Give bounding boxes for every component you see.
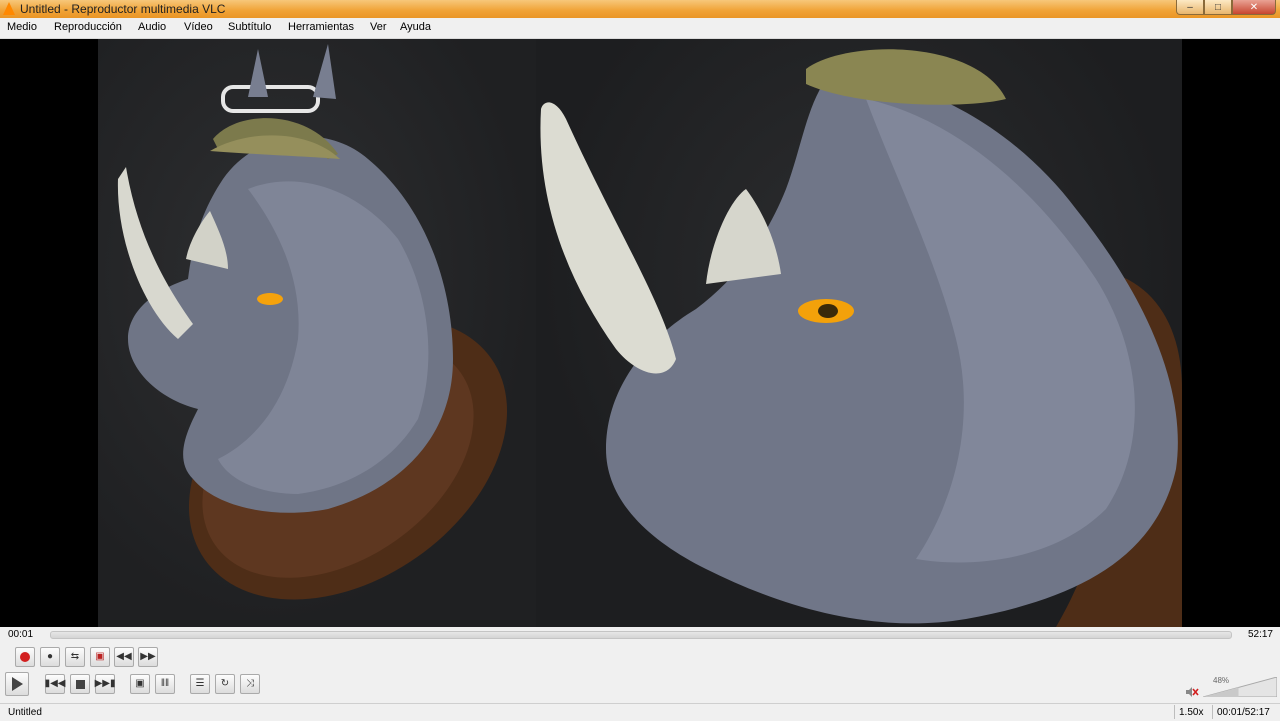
- next-button[interactable]: ▶▶▮: [95, 674, 115, 694]
- fast-forward-icon: ▶▶: [140, 651, 156, 662]
- loop-icon: ↻: [220, 678, 230, 689]
- skip-next-icon: ▶▶▮: [94, 678, 116, 689]
- menu-ver[interactable]: Ver: [370, 21, 387, 33]
- elapsed-time: 00:01: [8, 629, 34, 640]
- window-title: Untitled - Reproductor multimedia VLC: [20, 2, 226, 16]
- shuffle-button[interactable]: ⤨: [240, 674, 260, 694]
- rewind-icon: ◀◀: [116, 651, 132, 662]
- window-controls: – □ ✕: [1176, 0, 1276, 15]
- record-icon: [20, 652, 30, 662]
- slower-button[interactable]: ◀◀: [114, 647, 134, 667]
- faster-button[interactable]: ▶▶: [138, 647, 158, 667]
- playback-speed[interactable]: 1.50x: [1179, 707, 1203, 718]
- play-icon: [11, 677, 23, 691]
- maximize-button[interactable]: □: [1204, 0, 1232, 15]
- menu-video[interactable]: Vídeo: [184, 21, 213, 33]
- menu-reproduccion[interactable]: Reproducción: [54, 21, 122, 33]
- previous-button[interactable]: ▮◀◀: [45, 674, 65, 694]
- rhino-sculpture-right: [540, 49, 1182, 627]
- vlc-cone-icon: [3, 2, 15, 15]
- frame-step-icon: ▣: [95, 651, 105, 662]
- rhino-sculpture-left: [117, 44, 508, 600]
- video-panel-left: [98, 39, 536, 627]
- close-button[interactable]: ✕: [1232, 0, 1276, 15]
- snapshot-button[interactable]: ●: [40, 647, 60, 667]
- loop-ab-icon: ⇆: [70, 651, 80, 662]
- video-panel-right: [536, 39, 1182, 627]
- status-divider: [1174, 705, 1175, 719]
- record-button[interactable]: [15, 647, 35, 667]
- play-button[interactable]: [5, 672, 29, 696]
- menu-subtitulo[interactable]: Subtítulo: [228, 21, 271, 33]
- menu-bar: Medio Reproducción Audio Vídeo Subtítulo…: [0, 18, 1280, 39]
- status-divider: [1212, 705, 1213, 719]
- minimize-button[interactable]: –: [1176, 0, 1204, 15]
- seek-slider[interactable]: [50, 631, 1232, 639]
- volume-slider[interactable]: [1203, 677, 1277, 697]
- menu-audio[interactable]: Audio: [138, 21, 166, 33]
- status-media-title: Untitled: [8, 707, 42, 718]
- video-area[interactable]: [0, 39, 1280, 627]
- stop-button[interactable]: [70, 674, 90, 694]
- title-bar: Untitled - Reproductor multimedia VLC – …: [0, 0, 1280, 18]
- fullscreen-button[interactable]: ▣: [130, 674, 150, 694]
- menu-ayuda[interactable]: Ayuda: [400, 21, 431, 33]
- stop-icon: [75, 679, 85, 689]
- seek-row: 00:01 52:17: [0, 627, 1280, 643]
- shuffle-icon: ⤨: [246, 678, 254, 689]
- extended-settings-button[interactable]: ‖‖: [155, 674, 175, 694]
- equalizer-icon: ‖‖: [160, 678, 170, 689]
- status-bar: Untitled 1.50x 00:01/52:17: [0, 703, 1280, 721]
- playlist-icon: ☰: [195, 678, 205, 689]
- loop-button[interactable]: ↻: [215, 674, 235, 694]
- playlist-button[interactable]: ☰: [190, 674, 210, 694]
- frame-by-frame-button[interactable]: ▣: [90, 647, 110, 667]
- fullscreen-icon: ▣: [135, 678, 145, 689]
- total-time[interactable]: 52:17: [1248, 629, 1273, 640]
- menu-medio[interactable]: Medio: [7, 21, 37, 33]
- mute-speaker-icon[interactable]: [1185, 686, 1199, 698]
- loop-ab-button[interactable]: ⇆: [65, 647, 85, 667]
- video-frame: [98, 39, 1182, 627]
- menu-herramientas[interactable]: Herramientas: [288, 21, 354, 33]
- camera-icon: ●: [46, 651, 54, 662]
- status-time: 00:01/52:17: [1217, 707, 1270, 718]
- skip-previous-icon: ▮◀◀: [44, 678, 66, 689]
